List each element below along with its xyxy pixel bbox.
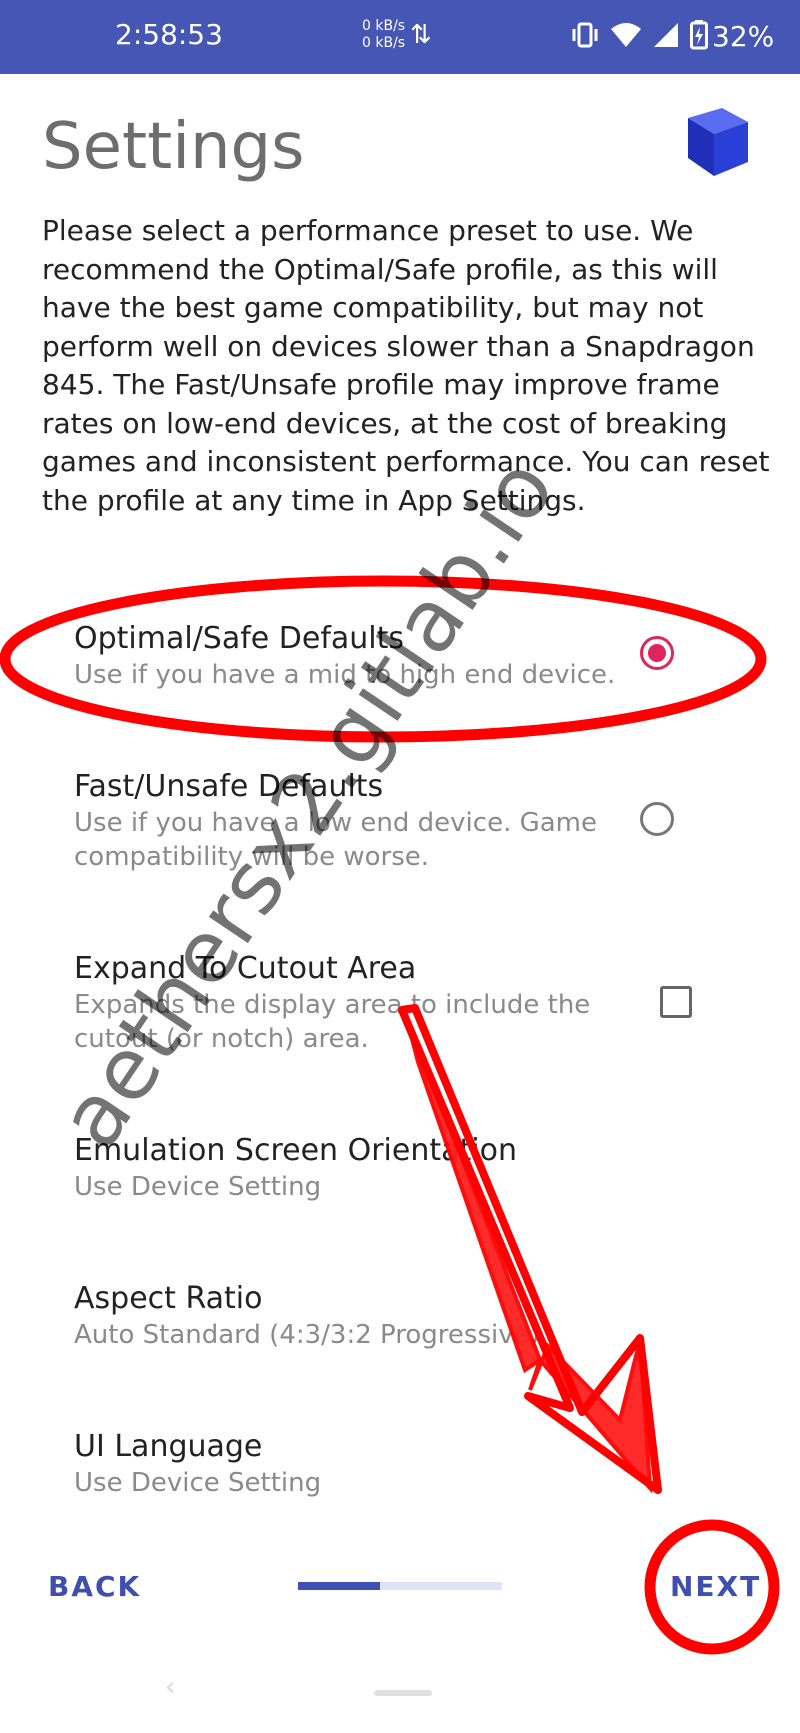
fast-unsafe-radio[interactable] — [640, 802, 680, 842]
annotation-arrow — [403, 1011, 653, 1494]
option-title: Optimal/Safe Defaults — [74, 621, 405, 656]
nav-home-handle[interactable] — [374, 1690, 432, 1696]
option-subtitle: Auto Standard (4:3/3:2 Progressive) — [74, 1320, 540, 1350]
checkbox-unchecked[interactable] — [660, 986, 692, 1018]
vibrate-icon — [572, 22, 598, 48]
annotation-arrow-body — [398, 1004, 662, 1494]
option-title: Emulation Screen Orientation — [74, 1133, 517, 1168]
option-subtitle: Use Device Setting — [74, 1468, 322, 1498]
speed-down: 0 kB/s — [362, 35, 406, 51]
option-subtitle: Use Device Setting — [74, 1172, 322, 1202]
option-aspect-ratio[interactable]: Aspect Ratio Auto Standard (4:3/3:2 Prog… — [74, 1280, 734, 1352]
option-title: Aspect Ratio — [74, 1281, 263, 1316]
cube-icon — [688, 108, 748, 176]
option-screen-orientation[interactable]: Emulation Screen Orientation Use Device … — [74, 1132, 734, 1204]
status-time: 2:58:53 — [115, 18, 223, 51]
option-fast-unsafe[interactable]: Fast/Unsafe Defaults Use if you have a l… — [74, 768, 634, 874]
status-bar: 2:58:53 0 kB/s 0 kB/s ⇅ 32% — [0, 0, 800, 74]
wifi-icon — [611, 23, 641, 47]
setup-progress-bar — [298, 1582, 502, 1590]
radio-unchecked[interactable] — [640, 802, 674, 836]
nav-back-icon[interactable]: ‹ — [165, 1672, 175, 1702]
battery-icon — [690, 20, 708, 50]
option-title: UI Language — [74, 1429, 263, 1464]
battery-percent: 32% — [712, 20, 775, 53]
page-title: Settings — [42, 110, 305, 184]
next-button[interactable]: NEXT — [670, 1570, 761, 1603]
expand-cutout-checkbox[interactable] — [660, 986, 700, 1026]
signal-icon — [654, 23, 678, 47]
back-button[interactable]: BACK — [48, 1570, 141, 1603]
option-subtitle: Use if you have a low end device. Game c… — [74, 808, 598, 872]
option-optimal-safe[interactable]: Optimal/Safe Defaults Use if you have a … — [74, 620, 634, 692]
option-title: Fast/Unsafe Defaults — [74, 769, 384, 804]
option-title: Expand To Cutout Area — [74, 951, 417, 986]
option-expand-cutout[interactable]: Expand To Cutout Area Expands the displa… — [74, 950, 634, 1056]
option-subtitle: Expands the display area to include the … — [74, 990, 591, 1054]
optimal-safe-radio[interactable] — [640, 636, 680, 676]
data-transfer-icon: ⇅ — [410, 20, 432, 50]
speed-up: 0 kB/s — [362, 18, 406, 34]
radio-checked[interactable] — [640, 636, 674, 670]
progress-fill — [298, 1582, 380, 1590]
option-subtitle: Use if you have a mid to high end device… — [74, 660, 616, 690]
description-text: Please select a performance preset to us… — [42, 214, 770, 517]
status-icons — [570, 20, 708, 50]
option-ui-language[interactable]: UI Language Use Device Setting — [74, 1428, 734, 1500]
network-speed: 0 kB/s 0 kB/s — [362, 18, 405, 52]
